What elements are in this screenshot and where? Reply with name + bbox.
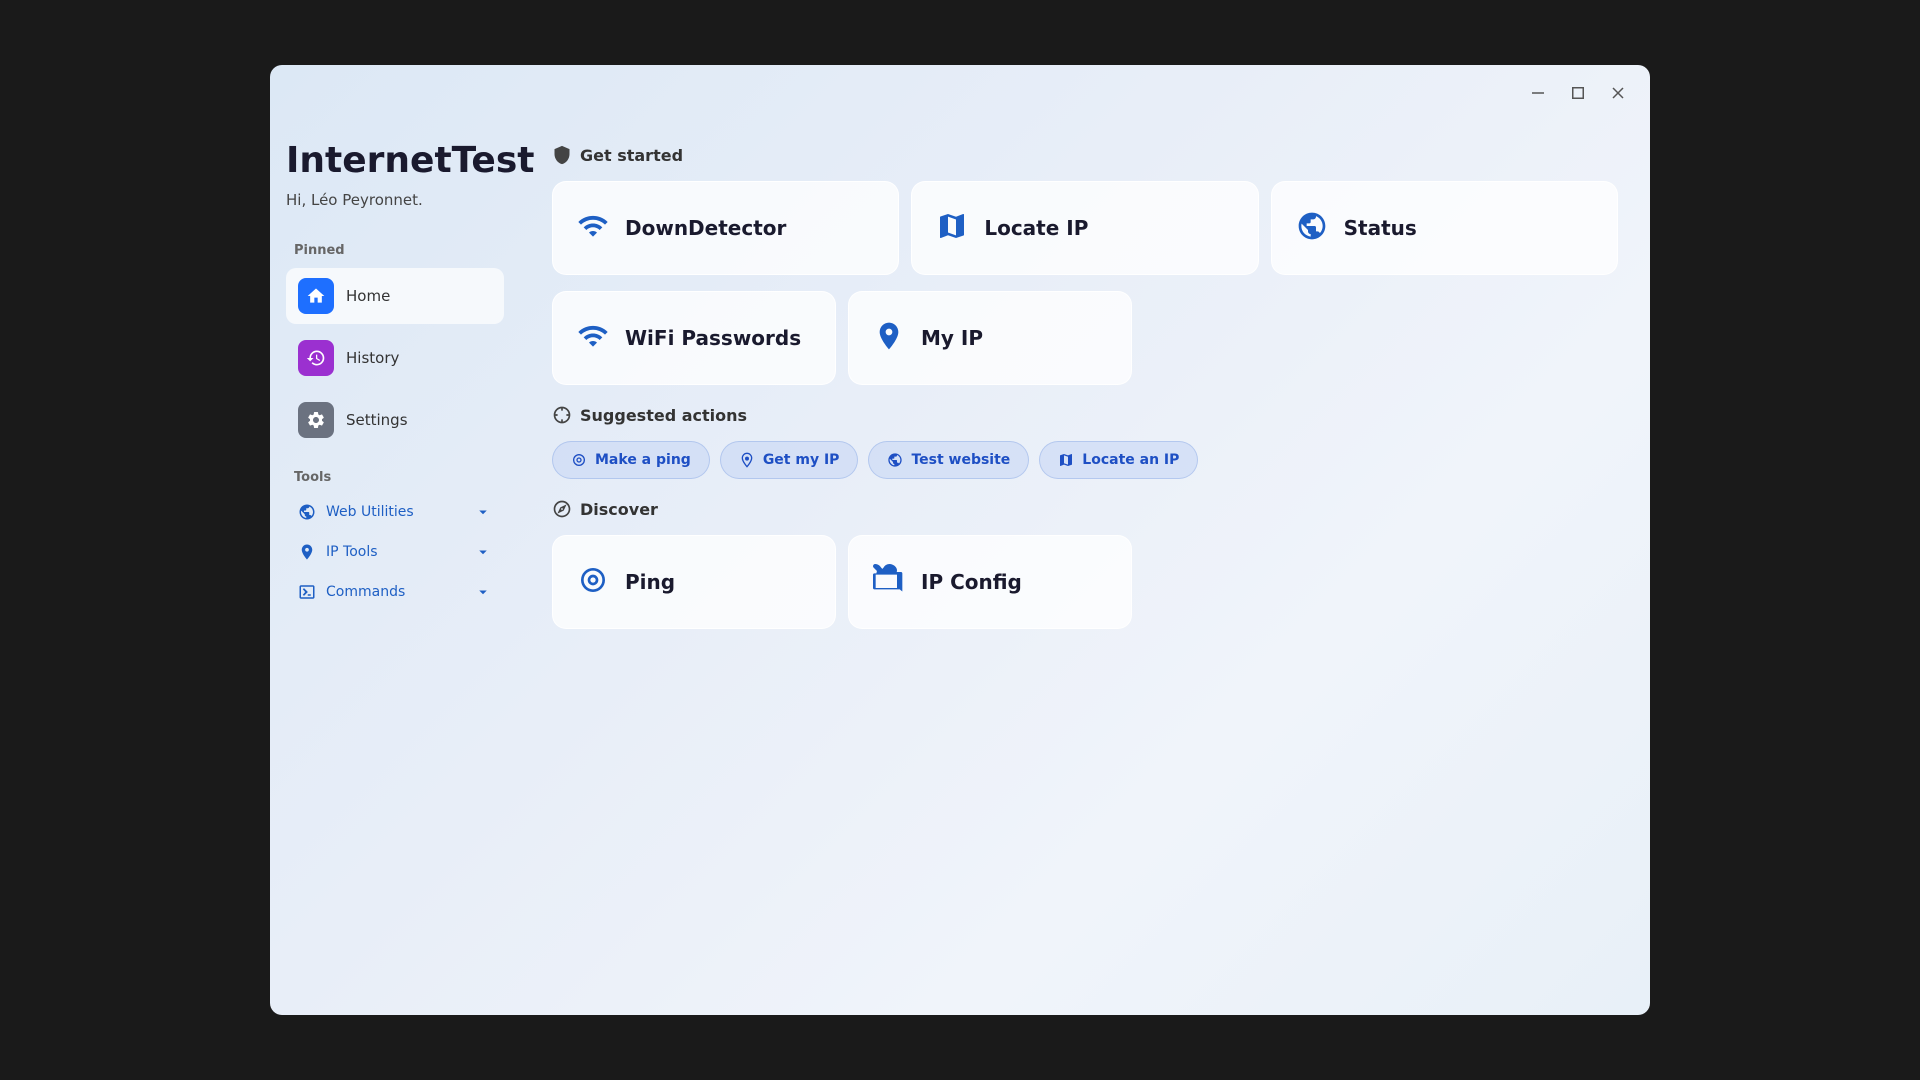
home-icon-bg <box>298 278 334 314</box>
my-ip-label: My IP <box>921 326 983 350</box>
home-label: Home <box>346 287 390 305</box>
web-utilities-chevron-icon <box>474 503 492 521</box>
settings-icon-bg <box>298 402 334 438</box>
chip-test-website[interactable]: Test website <box>868 441 1029 479</box>
commands-label: Commands <box>326 584 405 600</box>
card-downdetector[interactable]: DownDetector <box>552 181 899 275</box>
sidebar-item-ip-tools[interactable]: IP Tools <box>286 535 504 569</box>
terminal-icon <box>298 583 316 601</box>
web-utilities-label: Web Utilities <box>326 504 414 520</box>
commands-chevron-icon <box>474 583 492 601</box>
my-ip-icon <box>873 320 905 356</box>
minimize-button[interactable] <box>1522 77 1554 109</box>
titlebar <box>270 65 1650 121</box>
ip-config-label: IP Config <box>921 570 1022 594</box>
main-content: Get started DownDetector <box>520 121 1650 1015</box>
discover-header: Discover <box>552 499 1618 519</box>
chip-locate-an-ip[interactable]: Locate an IP <box>1039 441 1198 479</box>
locate-ip-icon <box>936 210 968 246</box>
settings-label: Settings <box>346 411 408 429</box>
suggested-actions-label: Suggested actions <box>580 406 747 425</box>
location-icon <box>298 543 316 561</box>
card-my-ip[interactable]: My IP <box>848 291 1132 385</box>
close-button[interactable] <box>1602 77 1634 109</box>
card-ip-config[interactable]: IP Config <box>848 535 1132 629</box>
card-wifi-passwords[interactable]: WiFi Passwords <box>552 291 836 385</box>
sidebar-item-history[interactable]: History <box>286 330 504 386</box>
tools-label: Tools <box>294 470 504 485</box>
settings-icon <box>306 410 326 430</box>
sidebar: InternetTest Hi, Léo Peyronnet. Pinned H… <box>270 121 520 1015</box>
chip-locate-an-ip-label: Locate an IP <box>1082 452 1179 468</box>
ip-config-icon <box>873 564 905 600</box>
locate-an-ip-chip-icon <box>1058 452 1074 468</box>
status-icon <box>1296 210 1328 246</box>
chip-get-my-ip[interactable]: Get my IP <box>720 441 859 479</box>
history-icon-bg <box>298 340 334 376</box>
app-title: InternetTest <box>286 141 504 181</box>
get-started-label: Get started <box>580 146 683 165</box>
sidebar-item-home[interactable]: Home <box>286 268 504 324</box>
chip-make-ping[interactable]: Make a ping <box>552 441 710 479</box>
suggested-actions-header: Suggested actions <box>552 405 1618 425</box>
card-locate-ip[interactable]: Locate IP <box>911 181 1258 275</box>
sidebar-item-commands[interactable]: Commands <box>286 575 504 609</box>
discover-icon <box>552 499 572 519</box>
ping-icon <box>577 564 609 600</box>
card-status[interactable]: Status <box>1271 181 1618 275</box>
card-ping[interactable]: Ping <box>552 535 836 629</box>
get-my-ip-chip-icon <box>739 452 755 468</box>
app-window: InternetTest Hi, Léo Peyronnet. Pinned H… <box>270 65 1650 1015</box>
get-started-cards-row1: DownDetector Locate IP <box>552 181 1618 275</box>
chip-get-my-ip-label: Get my IP <box>763 452 840 468</box>
downdetector-label: DownDetector <box>625 216 786 240</box>
content-area: InternetTest Hi, Léo Peyronnet. Pinned H… <box>270 121 1650 1015</box>
test-website-chip-icon <box>887 452 903 468</box>
get-started-cards-row2: WiFi Passwords My IP <box>552 291 1132 385</box>
wifi-passwords-icon <box>577 320 609 356</box>
home-icon <box>306 286 326 306</box>
ip-tools-label: IP Tools <box>326 544 378 560</box>
ping-chip-icon <box>571 452 587 468</box>
sidebar-item-settings[interactable]: Settings <box>286 392 504 448</box>
maximize-button[interactable] <box>1562 77 1594 109</box>
locate-ip-label: Locate IP <box>984 216 1088 240</box>
ping-label: Ping <box>625 570 675 594</box>
status-label: Status <box>1344 216 1417 240</box>
sidebar-item-web-utilities[interactable]: Web Utilities <box>286 495 504 529</box>
chip-test-website-label: Test website <box>911 452 1010 468</box>
suggested-actions-icon <box>552 405 572 425</box>
suggested-chips: Make a ping Get my IP Test website <box>552 441 1618 479</box>
ip-tools-chevron-icon <box>474 543 492 561</box>
app-subtitle: Hi, Léo Peyronnet. <box>286 191 504 209</box>
pinned-label: Pinned <box>294 243 504 258</box>
history-label: History <box>346 349 399 367</box>
history-icon <box>306 348 326 368</box>
discover-cards: Ping IP Config <box>552 535 1132 629</box>
downdetector-icon <box>577 210 609 246</box>
discover-label: Discover <box>580 500 658 519</box>
wifi-passwords-label: WiFi Passwords <box>625 326 801 350</box>
get-started-header: Get started <box>552 145 1618 165</box>
globe-icon <box>298 503 316 521</box>
chip-make-ping-label: Make a ping <box>595 452 691 468</box>
get-started-icon <box>552 145 572 165</box>
